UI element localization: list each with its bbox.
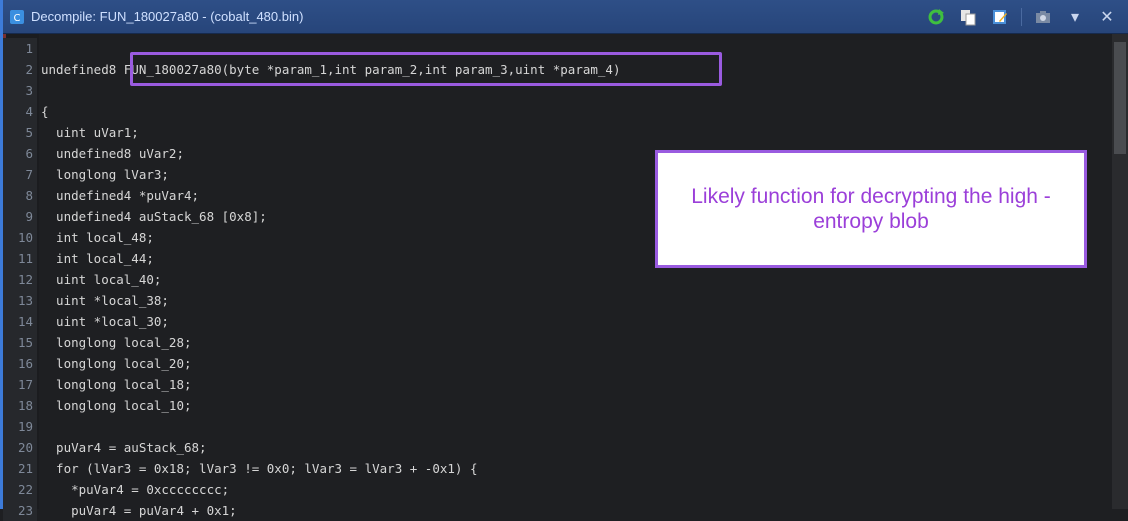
annotation-callout: Likely function for decrypting the high …	[655, 150, 1087, 268]
code-line[interactable]: 10 int local_48;	[3, 227, 154, 248]
code-text[interactable]: int local_48;	[37, 230, 154, 245]
decompile-icon: C	[9, 9, 25, 25]
vertical-scrollbar[interactable]	[1112, 34, 1128, 509]
code-line[interactable]: 22 *puVar4 = 0xcccccccc;	[3, 479, 229, 500]
code-text[interactable]: uint *local_38;	[37, 293, 169, 308]
code-line[interactable]: 23 puVar4 = puVar4 + 0x1;	[3, 500, 237, 521]
decompiler-window: C Decompile: FUN_180027a80 - (cobalt_480…	[0, 0, 1128, 521]
toolbar-separator	[1021, 7, 1022, 26]
refresh-icon[interactable]	[925, 6, 947, 28]
code-line[interactable]: 19	[3, 416, 41, 437]
code-text[interactable]	[37, 41, 41, 56]
line-number: 13	[3, 290, 37, 311]
line-number: 4	[3, 101, 37, 122]
code-text[interactable]: puVar4 = puVar4 + 0x1;	[37, 503, 237, 518]
edit-icon[interactable]	[989, 6, 1011, 28]
code-text[interactable]: undefined4 *puVar4;	[37, 188, 199, 203]
line-number: 23	[3, 500, 37, 521]
code-text[interactable]: *puVar4 = 0xcccccccc;	[37, 482, 229, 497]
line-number: 17	[3, 374, 37, 395]
code-line[interactable]: 15 longlong local_28;	[3, 332, 192, 353]
copy-icon[interactable]	[957, 6, 979, 28]
code-text[interactable]: puVar4 = auStack_68;	[37, 440, 207, 455]
code-text[interactable]: uint local_40;	[37, 272, 161, 287]
code-text[interactable]: longlong local_20;	[37, 356, 191, 371]
code-line[interactable]: 13 uint *local_38;	[3, 290, 169, 311]
line-number: 7	[3, 164, 37, 185]
code-line[interactable]: 20 puVar4 = auStack_68;	[3, 437, 207, 458]
line-number: 20	[3, 437, 37, 458]
line-number: 18	[3, 395, 37, 416]
code-line[interactable]: 1	[3, 38, 41, 59]
line-number: 2	[3, 59, 37, 80]
code-line[interactable]: 7 longlong lVar3;	[3, 164, 169, 185]
code-text[interactable]: longlong local_10;	[37, 398, 191, 413]
code-text[interactable]	[37, 83, 41, 98]
code-line[interactable]: 6 undefined8 uVar2;	[3, 143, 184, 164]
code-text[interactable]: uint uVar1;	[37, 125, 139, 140]
code-line[interactable]: 21 for (lVar3 = 0x18; lVar3 != 0x0; lVar…	[3, 458, 478, 479]
close-icon[interactable]: ✕	[1096, 6, 1118, 28]
line-number: 14	[3, 311, 37, 332]
code-line[interactable]: 5 uint uVar1;	[3, 122, 139, 143]
window-title: Decompile: FUN_180027a80 - (cobalt_480.b…	[31, 9, 304, 24]
scrollbar-thumb[interactable]	[1114, 42, 1126, 154]
line-number: 16	[3, 353, 37, 374]
dropdown-icon[interactable]: ▾	[1064, 6, 1086, 28]
title-actions: ▾ ✕	[925, 0, 1118, 33]
code-line[interactable]: 11 int local_44;	[3, 248, 154, 269]
line-number: 19	[3, 416, 37, 437]
line-number: 22	[3, 479, 37, 500]
line-number: 3	[3, 80, 37, 101]
line-number: 6	[3, 143, 37, 164]
code-line[interactable]: 9 undefined4 auStack_68 [0x8];	[3, 206, 267, 227]
code-editor[interactable]: 1 2 undefined8 FUN_180027a80(byte *param_1…	[3, 34, 1113, 521]
code-text[interactable]: longlong local_28;	[37, 335, 191, 350]
snapshot-icon[interactable]	[1032, 6, 1054, 28]
line-number: 5	[3, 122, 37, 143]
code-text[interactable]: longlong lVar3;	[37, 167, 169, 182]
code-line[interactable]: 4{	[3, 101, 49, 122]
line-number: 15	[3, 332, 37, 353]
signature-highlight-box	[130, 52, 722, 86]
line-number: 12	[3, 269, 37, 290]
svg-text:C: C	[14, 13, 21, 24]
code-text[interactable]: undefined8 uVar2;	[37, 146, 184, 161]
code-line[interactable]: 8 undefined4 *puVar4;	[3, 185, 199, 206]
line-number: 11	[3, 248, 37, 269]
line-number: 8	[3, 185, 37, 206]
line-number: 21	[3, 458, 37, 479]
code-text[interactable]: undefined4 auStack_68 [0x8];	[37, 209, 267, 224]
code-line[interactable]: 16 longlong local_20;	[3, 353, 192, 374]
code-line[interactable]: 3	[3, 80, 41, 101]
code-text[interactable]: {	[37, 104, 49, 119]
code-line[interactable]: 14 uint *local_30;	[3, 311, 169, 332]
line-number: 9	[3, 206, 37, 227]
code-line[interactable]: 18 longlong local_10;	[3, 395, 192, 416]
code-text[interactable]: int local_44;	[37, 251, 154, 266]
code-text[interactable]: for (lVar3 = 0x18; lVar3 != 0x0; lVar3 =…	[37, 461, 477, 476]
line-number: 1	[3, 38, 37, 59]
line-number: 10	[3, 227, 37, 248]
code-text[interactable]: uint *local_30;	[37, 314, 169, 329]
code-text[interactable]	[37, 419, 41, 434]
title-bar: C Decompile: FUN_180027a80 - (cobalt_480…	[3, 0, 1128, 34]
code-line[interactable]: 17 longlong local_18;	[3, 374, 192, 395]
code-line[interactable]: 12 uint local_40;	[3, 269, 161, 290]
code-text[interactable]: longlong local_18;	[37, 377, 191, 392]
